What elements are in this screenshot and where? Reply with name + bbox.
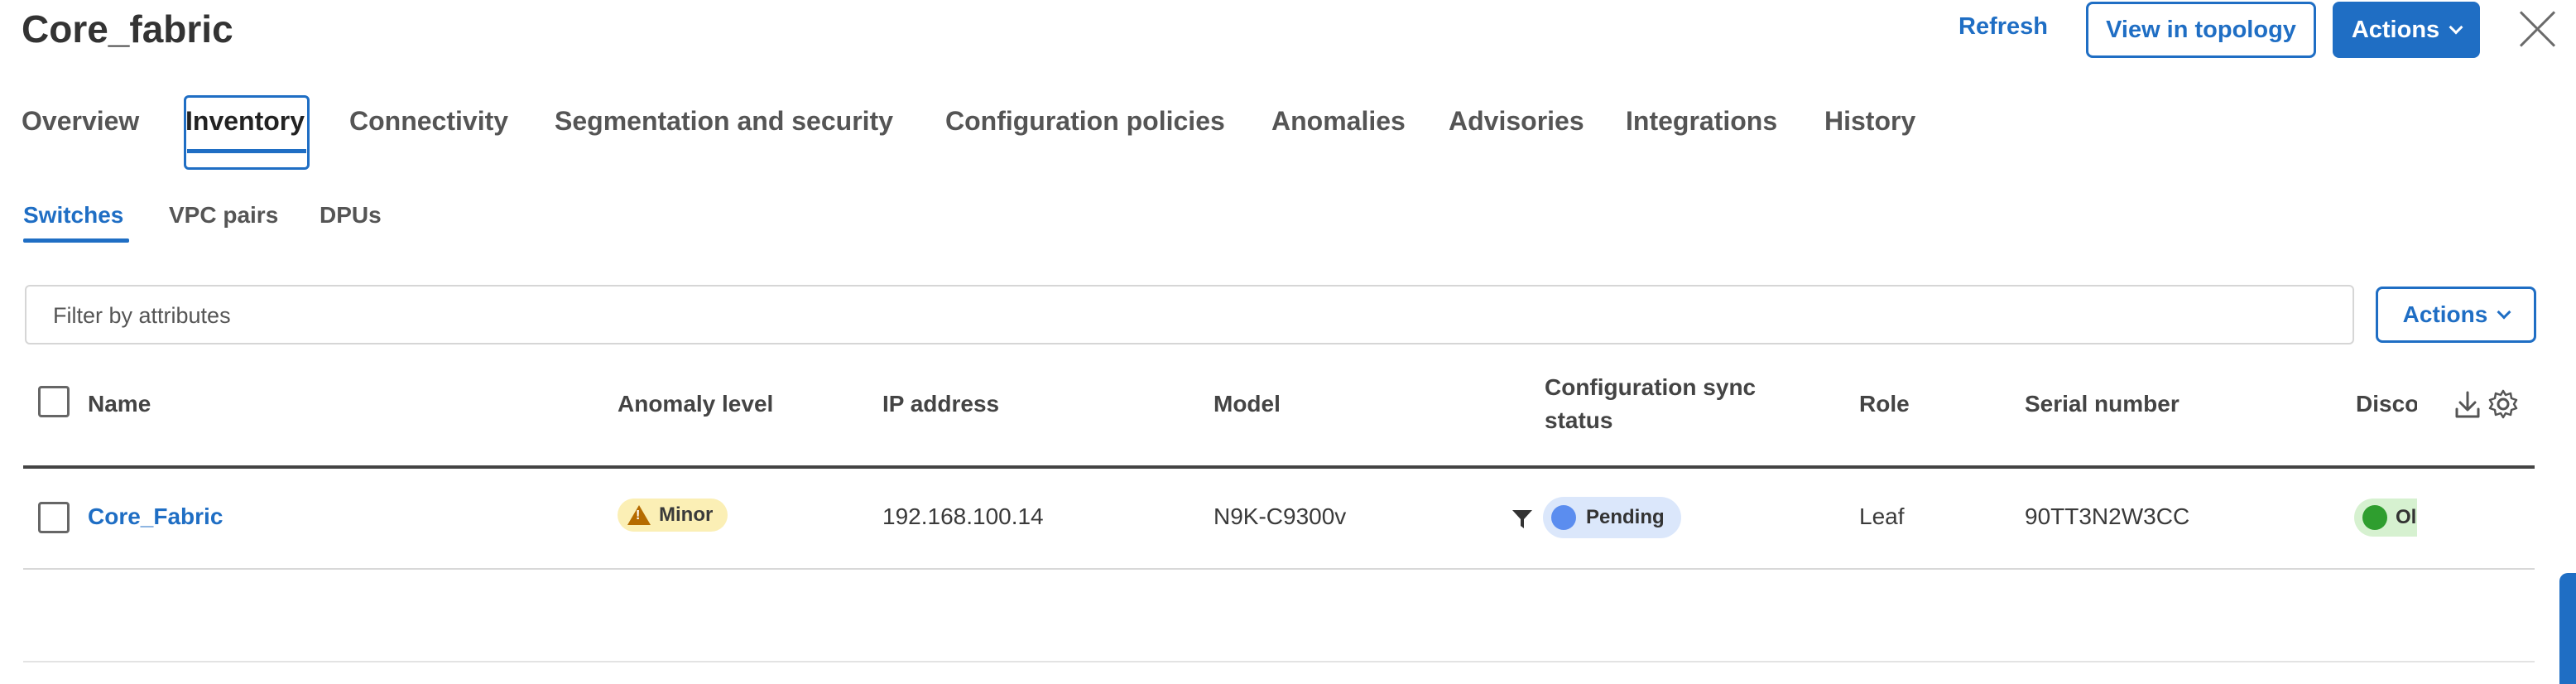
discovery-status-label: Ol: [2396, 506, 2417, 528]
column-header-role[interactable]: Role: [1859, 388, 1910, 421]
tab-anomalies[interactable]: Anomalies: [1271, 106, 1406, 137]
column-header-model[interactable]: Model: [1214, 388, 1281, 421]
download-icon[interactable]: [2455, 391, 2480, 419]
tab-advisories[interactable]: Advisories: [1449, 106, 1584, 137]
filter-icon[interactable]: [1511, 508, 1533, 530]
role-cell: Leaf: [1859, 503, 1905, 529]
column-header-sync-line2: status: [1545, 407, 1613, 433]
column-header-anomaly-level[interactable]: Anomaly level: [618, 388, 773, 421]
tab-integrations[interactable]: Integrations: [1626, 106, 1777, 137]
header-actions-button[interactable]: Actions: [2333, 2, 2480, 58]
ip-address-cell: 192.168.100.14: [882, 503, 1044, 529]
view-in-topology-button[interactable]: View in topology: [2086, 2, 2316, 58]
table-actions-label: Actions: [2402, 301, 2488, 327]
header-actions-label: Actions: [2351, 16, 2440, 43]
tab-active-indicator: [187, 149, 306, 153]
tab-segmentation-and-security[interactable]: Segmentation and security: [555, 106, 893, 137]
side-panel-handle[interactable]: [2559, 573, 2576, 684]
view-in-topology-label: View in topology: [2106, 16, 2296, 43]
gear-icon[interactable]: [2488, 389, 2518, 419]
subtab-dpus[interactable]: DPUs: [320, 202, 382, 229]
chevron-down-icon: [2449, 20, 2463, 35]
subtab-switches[interactable]: Switches: [23, 202, 123, 229]
row-divider: [23, 568, 2535, 570]
table-bottom-divider: [23, 661, 2535, 662]
status-dot-icon: [2362, 505, 2387, 530]
serial-number-cell: 90TT3N2W3CC: [2025, 503, 2190, 529]
tab-configuration-policies[interactable]: Configuration policies: [945, 106, 1225, 137]
column-header-configuration-sync-status[interactable]: Configuration sync status: [1545, 371, 1756, 437]
column-header-disco[interactable]: Disco: [2356, 388, 2417, 421]
tab-inventory[interactable]: Inventory: [185, 106, 305, 137]
discovery-status-badge: Ol: [2354, 499, 2417, 537]
column-header-serial-number[interactable]: Serial number: [2025, 388, 2180, 421]
model-cell: N9K-C9300v: [1214, 503, 1347, 529]
sync-status-label: Pending: [1586, 506, 1665, 528]
column-header-ip-address[interactable]: IP address: [882, 388, 999, 421]
tab-history[interactable]: History: [1824, 106, 1915, 137]
subtab-vpc-pairs[interactable]: VPC pairs: [169, 202, 278, 229]
select-all-checkbox[interactable]: [38, 386, 70, 417]
page-title: Core_fabric: [22, 7, 233, 51]
anomaly-badge: Minor: [618, 499, 728, 532]
filter-placeholder: Filter by attributes: [53, 303, 231, 328]
tab-connectivity[interactable]: Connectivity: [349, 106, 508, 137]
close-icon[interactable]: [2516, 8, 2558, 50]
row-checkbox[interactable]: [38, 502, 70, 533]
refresh-button[interactable]: Refresh: [1958, 13, 2048, 41]
switch-name-link[interactable]: Core_Fabric: [88, 503, 223, 530]
column-header-sync-line1: Configuration sync: [1545, 374, 1757, 400]
filter-input[interactable]: Filter by attributes: [25, 285, 2354, 344]
table-header-divider: [23, 465, 2535, 469]
tab-overview[interactable]: Overview: [22, 106, 139, 137]
table-actions-button[interactable]: Actions: [2376, 287, 2536, 343]
subtab-active-indicator: [23, 238, 129, 243]
anomaly-label: Minor: [659, 503, 714, 526]
status-dot-icon: [1551, 505, 1576, 530]
chevron-down-icon: [2497, 305, 2511, 320]
column-header-name[interactable]: Name: [88, 388, 151, 421]
sync-status-badge: Pending: [1543, 497, 1681, 538]
warning-icon: [627, 505, 651, 525]
